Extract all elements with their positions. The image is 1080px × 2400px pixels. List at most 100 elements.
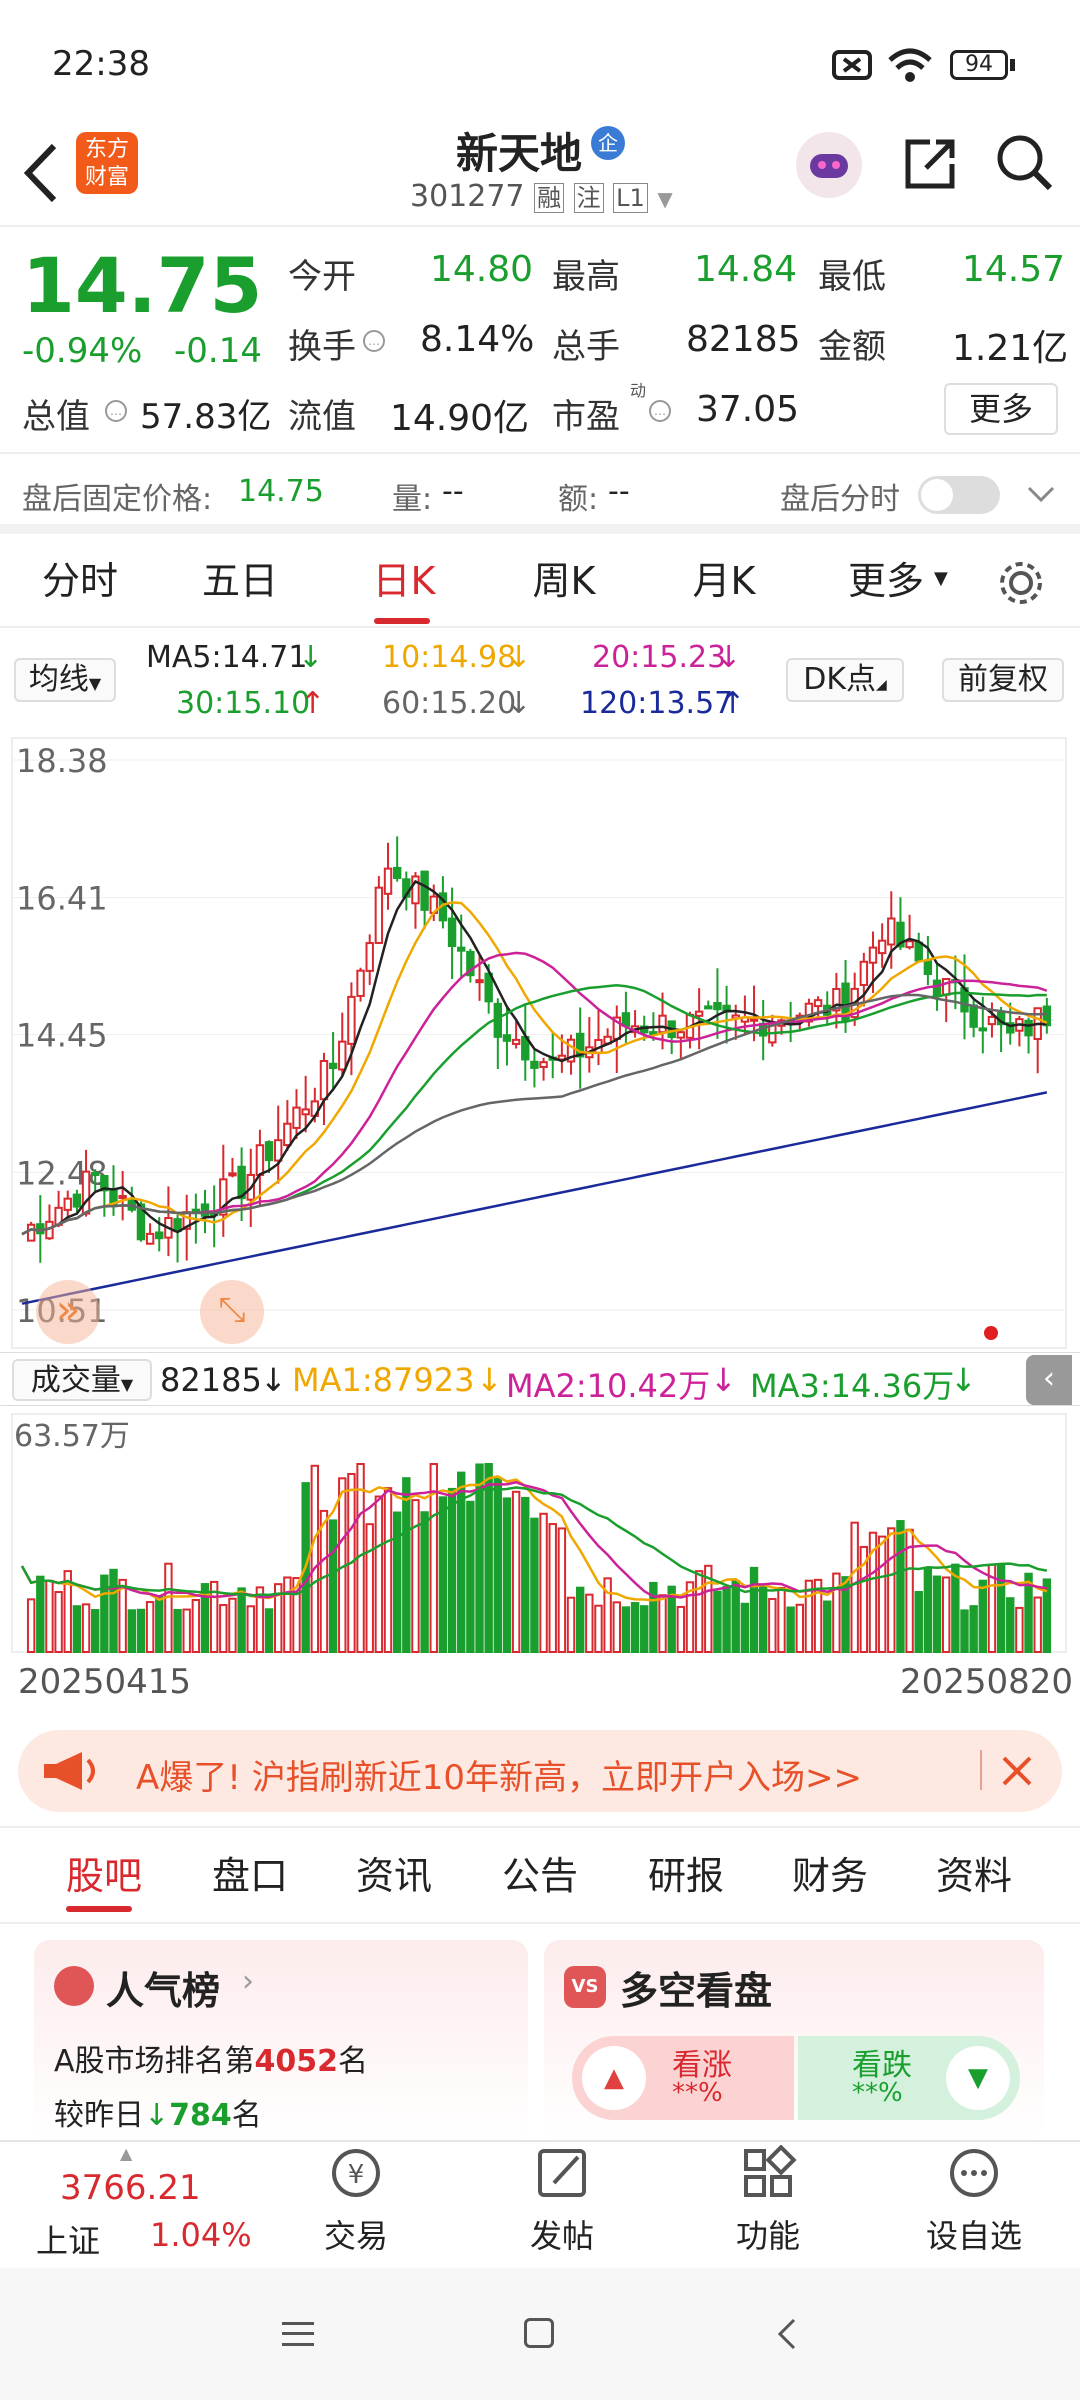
volume-bar bbox=[182, 1608, 191, 1654]
volume-bar bbox=[493, 1478, 503, 1653]
tab-five-day[interactable]: 五日 bbox=[180, 534, 300, 628]
volume-bar bbox=[228, 1597, 237, 1653]
share-icon[interactable] bbox=[900, 134, 960, 194]
bull-button[interactable]: ▲ 看涨 **% bbox=[572, 2036, 794, 2120]
index-change[interactable]: 1.04% bbox=[150, 2216, 252, 2254]
volume-bar bbox=[521, 1496, 530, 1653]
status-bar: 22:38 94 bbox=[0, 0, 1080, 120]
candle-body bbox=[877, 939, 887, 955]
menu-icon[interactable] bbox=[282, 2322, 314, 2346]
close-icon[interactable] bbox=[998, 1752, 1036, 1790]
volume-bar bbox=[438, 1496, 448, 1654]
ma-selector[interactable]: 均线▼ bbox=[14, 658, 116, 702]
dk-point-button[interactable]: DK点◢ bbox=[786, 658, 904, 702]
tab-more[interactable]: 更多 bbox=[836, 534, 936, 628]
chevron-down-icon[interactable] bbox=[1026, 482, 1056, 506]
tab-announcements[interactable]: 公告 bbox=[480, 1836, 600, 1916]
candle-body bbox=[475, 979, 484, 984]
candlestick-chart[interactable]: 18.3816.4114.4512.4810.51 bbox=[0, 730, 1080, 1350]
bar-chart-icon bbox=[54, 1966, 94, 2006]
pe-value: 37.05 bbox=[696, 389, 800, 430]
promo-text: A爆了! 沪指刷新近10年新高，立即开户入场>> bbox=[136, 1758, 862, 1798]
tab-financials[interactable]: 财务 bbox=[770, 1836, 890, 1916]
candle-body bbox=[264, 1141, 274, 1162]
back-icon[interactable] bbox=[18, 138, 62, 208]
candle-body bbox=[969, 1004, 978, 1028]
change-amount: -0.14 bbox=[174, 331, 262, 371]
tab-weekly-k[interactable]: 周K bbox=[504, 534, 624, 628]
forward-adjust-button[interactable]: 前复权 bbox=[942, 658, 1064, 702]
info-icon[interactable]: … bbox=[104, 399, 128, 423]
index-name[interactable]: 上证 bbox=[36, 2216, 100, 2262]
total-value-label: 总值 bbox=[22, 397, 90, 437]
volume-bar bbox=[795, 1603, 804, 1653]
expand-left-icon[interactable]: » bbox=[36, 1280, 100, 1344]
volume-bar bbox=[191, 1598, 201, 1653]
index-value[interactable]: 3766.21 bbox=[60, 2168, 201, 2208]
candle-body bbox=[328, 1062, 338, 1069]
nav-functions[interactable]: 功能 bbox=[668, 2144, 868, 2257]
ma60-value: 60:15.20 bbox=[382, 686, 517, 721]
arrow-up-icon: ▲ bbox=[582, 2046, 646, 2110]
volume-now: 82185 bbox=[160, 1361, 262, 1399]
tab-daily-k[interactable]: 日K bbox=[344, 534, 464, 628]
volume-selector[interactable]: 成交量▼ bbox=[12, 1359, 152, 1401]
tab-monthly-k[interactable]: 月K bbox=[664, 534, 784, 628]
info-icon[interactable]: … bbox=[648, 399, 672, 423]
stock-code-row[interactable]: 301277 融 注 L1 ▼ bbox=[410, 178, 673, 214]
active-tab-indicator bbox=[66, 1906, 132, 1912]
fullscreen-icon[interactable]: ⤡ bbox=[200, 1280, 264, 1344]
home-icon[interactable] bbox=[524, 2318, 554, 2348]
volume-bar bbox=[54, 1591, 63, 1653]
gear-icon[interactable] bbox=[996, 558, 1046, 608]
chart-frame bbox=[11, 737, 1067, 1349]
candle-body bbox=[987, 1015, 997, 1026]
volume-bar bbox=[585, 1593, 594, 1654]
volume-bar bbox=[1015, 1606, 1024, 1654]
volume-bar bbox=[630, 1602, 640, 1654]
after-hours-toggle[interactable] bbox=[918, 476, 1000, 514]
app-logo[interactable]: 东方 财富 bbox=[76, 132, 138, 194]
tab-timeshare[interactable]: 分时 bbox=[20, 534, 140, 628]
popularity-card[interactable]: 人气榜 › A股市场排名第4052名 较昨日↓784名 bbox=[34, 1940, 528, 2140]
info-icon[interactable]: … bbox=[362, 329, 386, 353]
candle-body bbox=[365, 942, 374, 972]
back-nav-icon[interactable] bbox=[772, 2316, 802, 2352]
more-button[interactable]: 更多 bbox=[944, 383, 1058, 435]
nav-add-watchlist[interactable]: 设自选 bbox=[874, 2145, 1074, 2257]
clock: 22:38 bbox=[52, 44, 150, 84]
promo-banner[interactable]: A爆了! 沪指刷新近10年新高，立即开户入场>> bbox=[18, 1730, 1062, 1812]
volume-bar bbox=[575, 1586, 585, 1653]
robot-assistant-icon[interactable] bbox=[796, 132, 862, 198]
volume-chart[interactable]: 63.57万 bbox=[0, 1408, 1080, 1654]
wifi-icon bbox=[888, 48, 932, 82]
candle-body bbox=[914, 941, 923, 962]
bear-button[interactable]: 看跌 **% ▼ bbox=[798, 2036, 1020, 2120]
volume-bar bbox=[777, 1586, 786, 1653]
more-circle-icon bbox=[950, 2149, 998, 2197]
tab-profile[interactable]: 资料 bbox=[914, 1836, 1034, 1916]
nav-post[interactable]: 发帖 bbox=[462, 2145, 662, 2257]
vs-icon: VS bbox=[564, 1966, 606, 2008]
tab-order-book[interactable]: 盘口 bbox=[190, 1836, 310, 1916]
pe-label: 市盈 bbox=[552, 397, 620, 437]
ma120-line bbox=[21, 1091, 1048, 1305]
search-icon[interactable] bbox=[994, 132, 1056, 194]
volume-bar bbox=[996, 1563, 1006, 1653]
after-hours-price: 14.75 bbox=[238, 474, 324, 509]
stock-code: 301277 bbox=[410, 179, 525, 214]
nav-trade[interactable]: ¥ 交易 bbox=[256, 2145, 456, 2257]
tab-news[interactable]: 资讯 bbox=[334, 1836, 454, 1916]
grid-icon bbox=[744, 2144, 797, 2197]
candle-body bbox=[923, 960, 933, 975]
candle-body bbox=[347, 995, 356, 1045]
tab-forum[interactable]: 股吧 bbox=[44, 1836, 164, 1916]
collapse-panel-icon[interactable]: ‹ bbox=[1026, 1355, 1072, 1405]
date-start: 20250415 bbox=[18, 1662, 192, 1702]
tab-research[interactable]: 研报 bbox=[626, 1836, 746, 1916]
candle-body bbox=[173, 1218, 182, 1233]
candle-body bbox=[621, 1012, 631, 1027]
candle-body bbox=[338, 1040, 347, 1071]
after-hours-volume-label: 量: bbox=[392, 482, 433, 517]
candle-body bbox=[932, 979, 942, 997]
